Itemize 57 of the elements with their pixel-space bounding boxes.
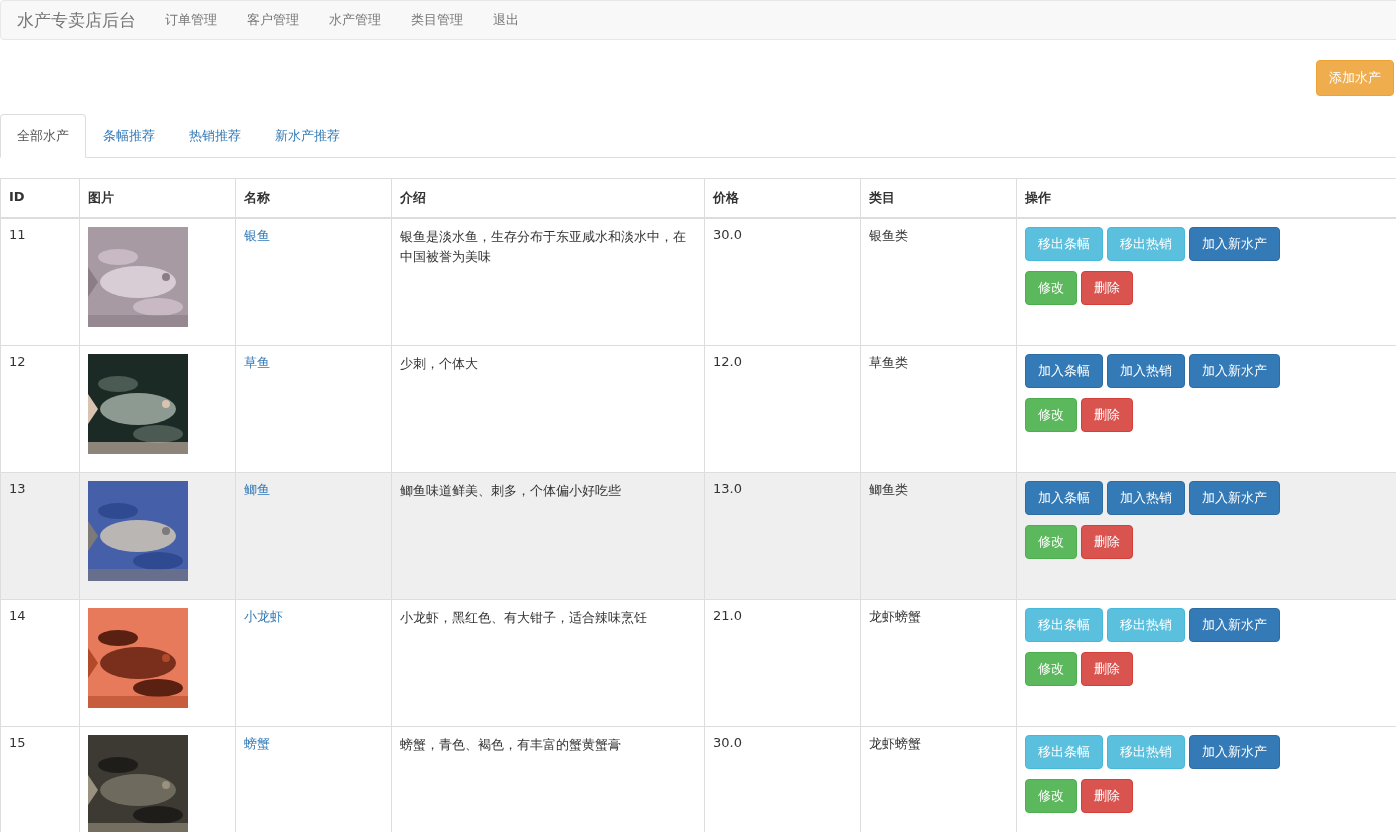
product-name-link[interactable]: 螃蟹	[244, 736, 270, 751]
action-button[interactable]: 删除	[1081, 525, 1133, 559]
action-button[interactable]: 加入新水产	[1189, 608, 1280, 642]
action-button[interactable]: 修改	[1025, 525, 1077, 559]
table-cell: 14	[0, 599, 80, 727]
tab[interactable]: 热销推荐	[172, 114, 258, 158]
product-name-link[interactable]: 小龙虾	[244, 609, 283, 624]
action-button[interactable]: 加入新水产	[1189, 481, 1280, 515]
description-text: 银鱼是淡水鱼，生存分布于东亚咸水和淡水中，在中国被誉为美味	[400, 228, 687, 266]
description-text: 螃蟹，青色、褐色，有丰富的蟹黄蟹膏	[400, 736, 622, 754]
action-button[interactable]: 加入条幅	[1025, 354, 1103, 388]
table-cell: 草鱼类	[860, 345, 1017, 473]
table-cell: 13	[0, 472, 80, 600]
table-cell: 银鱼类	[860, 218, 1017, 346]
table-cell: 11	[0, 218, 80, 346]
tab[interactable]: 新水产推荐	[258, 114, 357, 158]
tab[interactable]: 条幅推荐	[86, 114, 172, 158]
action-button[interactable]: 修改	[1025, 779, 1077, 813]
table-row[interactable]: 12 草鱼 少刺，个体大 12.0 草鱼类 加入条幅 加入热销 加入新水产 修改 删除	[0, 345, 1396, 473]
nav-link[interactable]: 水产管理	[314, 11, 396, 29]
nav-link[interactable]: 类目管理	[396, 11, 478, 29]
product-name-link[interactable]: 草鱼	[244, 355, 270, 370]
table-cell: 12	[0, 345, 80, 473]
description-text: 小龙虾，黑红色、有大钳子，适合辣味烹饪	[400, 609, 648, 627]
table-cell: 鲫鱼类	[860, 472, 1017, 600]
table-cell: 15	[0, 726, 80, 832]
table-row[interactable]: 13 鲫鱼 鲫鱼味道鲜美、刺多，个体偏小好吃些 13.0 鲫鱼类 加入条幅 加入热销 加入新水产 修改 删除	[0, 472, 1396, 600]
nav-link[interactable]: 退出	[478, 11, 534, 29]
table-cell: 30.0	[704, 218, 861, 346]
action-button[interactable]: 加入热销	[1107, 354, 1185, 388]
action-button[interactable]: 修改	[1025, 652, 1077, 686]
action-button[interactable]: 加入新水产	[1189, 354, 1280, 388]
action-button[interactable]: 删除	[1081, 398, 1133, 432]
table-cell: 21.0	[704, 599, 861, 727]
table-cell: 13.0	[704, 472, 861, 600]
action-button[interactable]: 删除	[1081, 779, 1133, 813]
tab[interactable]: 全部水产	[0, 114, 86, 158]
table-row[interactable]: 11 银鱼 银鱼是淡水鱼，生存分布于东亚咸水和淡水中，在中国被誉为美味 30.0 银鱼类 移出条幅 移出热销 加入新水产 修改 删除	[0, 218, 1396, 346]
table-row[interactable]: 15 螃蟹 螃蟹，青色、褐色，有丰富的蟹黄蟹膏 30.0 龙虾螃蟹 移出条幅 移出热销 加入新水产 修改 删除	[0, 726, 1396, 832]
nav-link[interactable]: 订单管理	[150, 11, 232, 29]
action-button[interactable]: 加入新水产	[1189, 227, 1280, 261]
description-text: 鲫鱼味道鲜美、刺多，个体偏小好吃些	[400, 482, 622, 500]
table-row[interactable]: 14 小龙虾 小龙虾，黑红色、有大钳子，适合辣味烹饪 21.0 龙虾螃蟹 移出条幅 移出热销 加入新水产 修改 删除	[0, 599, 1396, 727]
nav-link[interactable]: 客户管理	[232, 11, 314, 29]
product-name-link[interactable]: 银鱼	[244, 228, 270, 243]
brand-title[interactable]: 水产专卖店后台	[17, 8, 136, 32]
action-button[interactable]: 加入条幅	[1025, 481, 1103, 515]
action-button[interactable]: 删除	[1081, 271, 1133, 305]
action-button[interactable]: 修改	[1025, 271, 1077, 305]
table-cell: 龙虾螃蟹	[860, 599, 1017, 727]
action-button[interactable]: 删除	[1081, 652, 1133, 686]
table-cell: 12.0	[704, 345, 861, 473]
action-button[interactable]: 修改	[1025, 398, 1077, 432]
action-button[interactable]: 加入热销	[1107, 481, 1185, 515]
description-text: 少刺，个体大	[400, 355, 479, 373]
product-name-link[interactable]: 鲫鱼	[244, 482, 270, 497]
action-button[interactable]: 加入新水产	[1189, 735, 1280, 769]
